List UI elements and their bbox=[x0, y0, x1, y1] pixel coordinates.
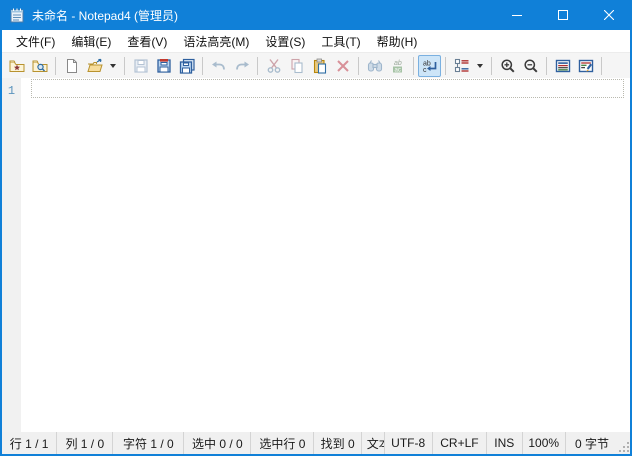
menu-scheme[interactable]: 语法高亮(M) bbox=[175, 31, 257, 52]
status-size[interactable]: 0 字节 bbox=[566, 432, 618, 454]
zoom-in-icon bbox=[500, 58, 515, 73]
redo-icon bbox=[235, 61, 249, 70]
line-number-gutter: 1 bbox=[2, 78, 21, 432]
toolbar-separator bbox=[445, 56, 446, 75]
toolbar-separator bbox=[413, 56, 414, 75]
toolbar-separator bbox=[601, 56, 602, 75]
status-insert-mode[interactable]: INS bbox=[487, 432, 523, 454]
svg-text:c: c bbox=[423, 67, 427, 74]
select-scheme-button[interactable] bbox=[450, 55, 473, 77]
zoom-out-button[interactable] bbox=[519, 55, 542, 77]
favorites-folder-icon bbox=[9, 60, 24, 72]
menu-help[interactable]: 帮助(H) bbox=[369, 31, 426, 52]
open-file-button[interactable] bbox=[83, 55, 106, 77]
customize-styles-icon bbox=[578, 59, 593, 72]
open-file-icon bbox=[86, 58, 103, 72]
toolbar-separator bbox=[358, 56, 359, 75]
status-zoom[interactable]: 100% bbox=[523, 432, 566, 454]
redo-button[interactable] bbox=[230, 55, 253, 77]
menu-bar: 文件(F) 编辑(E) 查看(V) 语法高亮(M) 设置(S) 工具(T) 帮助… bbox=[2, 30, 630, 52]
chevron-down-icon bbox=[110, 63, 116, 68]
toolbar-separator bbox=[124, 56, 125, 75]
delete-icon bbox=[336, 59, 349, 72]
text-input-area[interactable] bbox=[21, 78, 630, 432]
notepad-app-icon bbox=[8, 6, 26, 24]
window-title: 未命名 - Notepad4 (管理员) bbox=[32, 8, 179, 23]
status-line[interactable]: 行 1 / 1 bbox=[2, 432, 58, 454]
favorites-button[interactable] bbox=[5, 55, 28, 77]
menu-file[interactable]: 文件(F) bbox=[8, 31, 63, 52]
status-selection[interactable]: 选中 0 / 0 bbox=[184, 432, 252, 454]
zoom-in-button[interactable] bbox=[496, 55, 519, 77]
browse-folder-icon bbox=[32, 60, 47, 72]
resize-grip-icon[interactable] bbox=[618, 432, 630, 454]
status-found[interactable]: 找到 0 bbox=[314, 432, 362, 454]
new-file-button[interactable] bbox=[60, 55, 83, 77]
view-styles-icon bbox=[555, 59, 570, 72]
maximize-button[interactable] bbox=[540, 0, 586, 30]
menu-view[interactable]: 查看(V) bbox=[119, 31, 175, 52]
find-button[interactable] bbox=[363, 55, 386, 77]
toolbar-separator bbox=[202, 56, 203, 75]
word-wrap-button[interactable]: ab c bbox=[418, 54, 441, 77]
zoom-out-icon bbox=[523, 58, 538, 73]
replace-button[interactable]: ab ac bbox=[386, 55, 409, 77]
save-as-button[interactable] bbox=[152, 55, 175, 77]
paste-button[interactable] bbox=[308, 55, 331, 77]
status-encoding[interactable]: UTF-8 bbox=[385, 432, 433, 454]
menu-settings[interactable]: 设置(S) bbox=[257, 31, 313, 52]
status-selected-lines[interactable]: 选中行 0 bbox=[251, 432, 315, 454]
chevron-down-icon bbox=[477, 63, 483, 68]
cut-button[interactable] bbox=[262, 55, 285, 77]
notepad4-window: 未命名 - Notepad4 (管理员) 文件(F) 编辑(E) 查看(V) 语… bbox=[0, 0, 632, 456]
undo-icon bbox=[211, 61, 225, 70]
save-copy-button[interactable] bbox=[175, 55, 198, 77]
status-character[interactable]: 字符 1 / 0 bbox=[113, 432, 185, 454]
line-number: 1 bbox=[7, 84, 16, 98]
menu-edit[interactable]: 编辑(E) bbox=[63, 31, 119, 52]
toolbar-separator bbox=[257, 56, 258, 75]
toolbar-separator bbox=[546, 56, 547, 75]
undo-button[interactable] bbox=[207, 55, 230, 77]
scheme-icon bbox=[454, 58, 468, 72]
copy-icon bbox=[290, 58, 303, 73]
find-icon bbox=[367, 59, 382, 72]
copy-button[interactable] bbox=[285, 55, 308, 77]
editor-area[interactable]: 1 bbox=[2, 78, 630, 432]
delete-button[interactable] bbox=[331, 55, 354, 77]
menu-tools[interactable]: 工具(T) bbox=[313, 31, 368, 52]
open-file-dropdown[interactable] bbox=[106, 55, 120, 77]
svg-text:ac: ac bbox=[394, 67, 400, 73]
toolbar-separator bbox=[491, 56, 492, 75]
toolbar: ab ac ab c bbox=[2, 52, 630, 78]
status-scheme[interactable]: 文本 bbox=[362, 432, 385, 454]
save-button[interactable] bbox=[129, 55, 152, 77]
view-styles-button[interactable] bbox=[551, 55, 574, 77]
svg-text:ab: ab bbox=[394, 60, 402, 67]
browse-files-button[interactable] bbox=[28, 55, 51, 77]
current-line-highlight bbox=[31, 79, 624, 98]
status-column[interactable]: 列 1 / 0 bbox=[57, 432, 114, 454]
status-eol[interactable]: CR+LF bbox=[433, 432, 488, 454]
save-icon bbox=[133, 58, 148, 73]
status-bar: 行 1 / 1 列 1 / 0 字符 1 / 0 选中 0 / 0 选中行 0 … bbox=[2, 432, 630, 454]
save-as-icon bbox=[156, 58, 171, 73]
toolbar-separator bbox=[55, 56, 56, 75]
save-copy-icon bbox=[179, 58, 195, 74]
cut-icon bbox=[267, 58, 280, 73]
title-bar[interactable]: 未命名 - Notepad4 (管理员) bbox=[2, 0, 630, 30]
minimize-button[interactable] bbox=[494, 0, 540, 30]
new-file-icon bbox=[66, 58, 77, 73]
word-wrap-icon: ab c bbox=[423, 60, 436, 74]
replace-icon: ab ac bbox=[392, 60, 402, 73]
customize-styles-button[interactable] bbox=[574, 55, 597, 77]
scheme-dropdown[interactable] bbox=[473, 55, 487, 77]
paste-icon bbox=[313, 58, 326, 74]
close-button[interactable] bbox=[586, 0, 630, 30]
